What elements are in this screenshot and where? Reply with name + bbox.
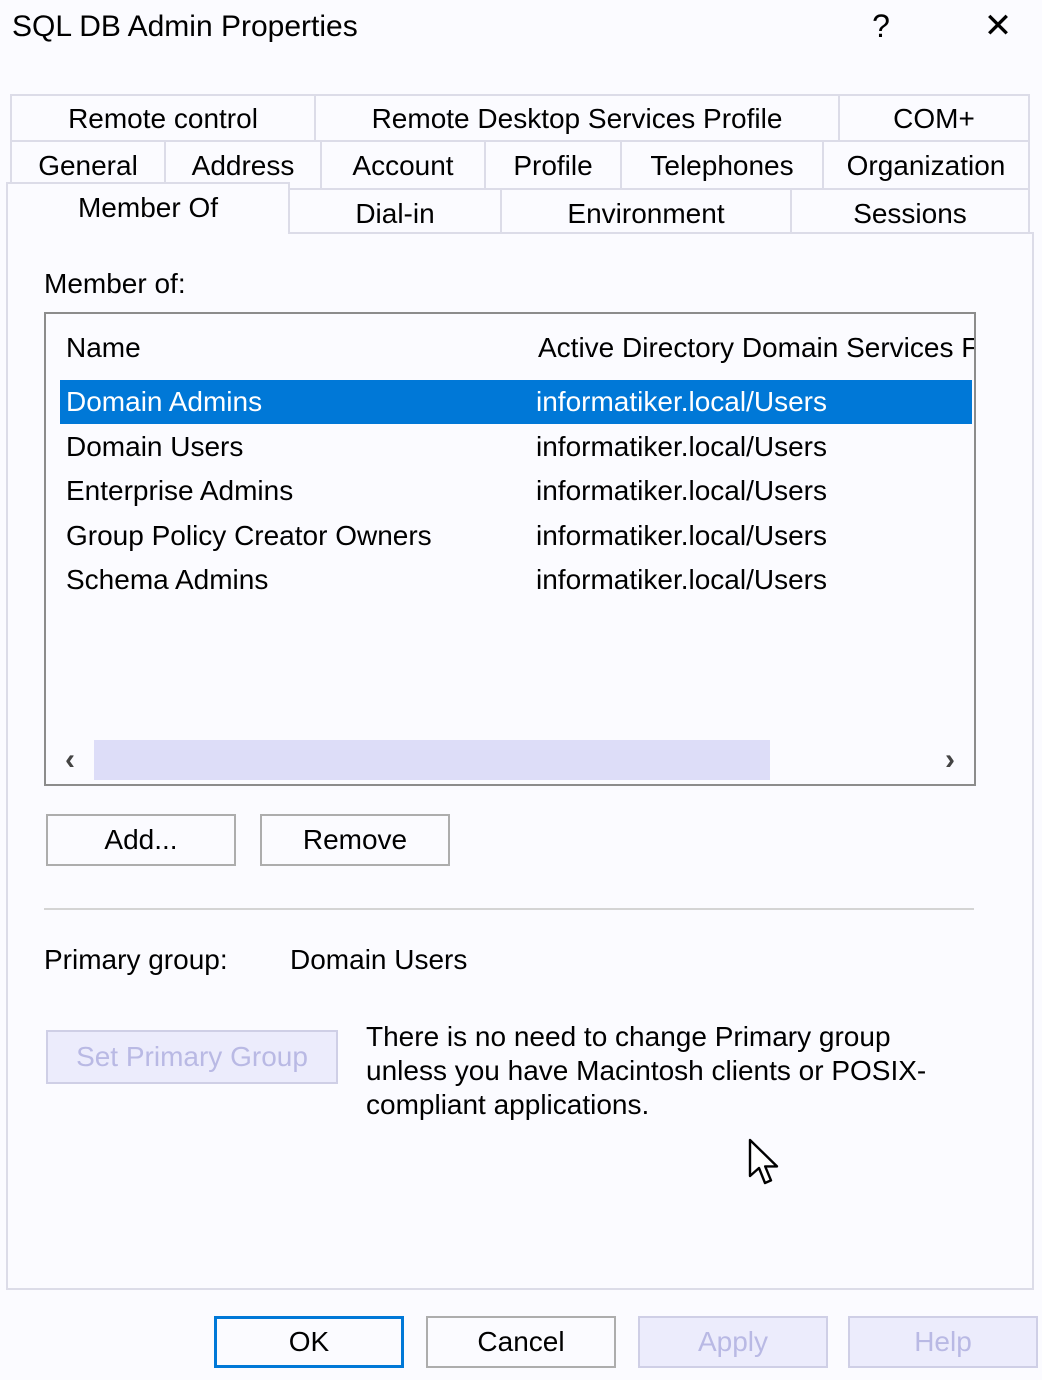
group-folder: informatiker.local/Users [536, 564, 827, 595]
tab-profile[interactable]: Profile [484, 140, 622, 188]
list-item[interactable]: Schema Admins informatiker.local/Users [60, 558, 972, 602]
group-name: Enterprise Admins [66, 475, 294, 506]
tab-environment[interactable]: Environment [500, 188, 792, 234]
tab-sessions[interactable]: Sessions [790, 188, 1030, 234]
scroll-right-icon[interactable]: › [930, 740, 970, 780]
column-header-folder[interactable]: Active Directory Domain Services F [538, 332, 974, 364]
add-button[interactable]: Add... [46, 814, 236, 866]
list-item[interactable]: Group Policy Creator Owners informatiker… [60, 514, 972, 558]
list-item[interactable]: Domain Users informatiker.local/Users [60, 425, 972, 469]
primary-group-label: Primary group: [44, 944, 228, 975]
scrollbar-thumb[interactable] [94, 740, 770, 780]
member-of-list[interactable]: Name Active Directory Domain Services F … [44, 312, 976, 786]
help-icon[interactable]: ? [866, 6, 896, 46]
primary-group-note: There is no need to change Primary group… [366, 1021, 927, 1120]
tab-address[interactable]: Address [164, 140, 322, 188]
tab-telephones[interactable]: Telephones [620, 140, 824, 188]
group-name: Schema Admins [66, 564, 269, 595]
group-name: Group Policy Creator Owners [66, 520, 432, 551]
tab-remote-control[interactable]: Remote control [10, 94, 316, 140]
column-header-name[interactable]: Name [66, 332, 141, 364]
tab-remote-desktop-services-profile[interactable]: Remote Desktop Services Profile [314, 94, 840, 140]
horizontal-scrollbar[interactable]: ‹ › [46, 738, 974, 784]
separator [44, 908, 974, 910]
remove-button[interactable]: Remove [260, 814, 450, 866]
apply-button[interactable]: Apply [638, 1316, 828, 1368]
scroll-left-icon[interactable]: ‹ [50, 740, 90, 780]
tab-member-of[interactable]: Member Of [6, 182, 290, 234]
window-title: SQL DB Admin Properties [12, 10, 358, 43]
ok-button[interactable]: OK [214, 1316, 404, 1368]
set-primary-group-button[interactable]: Set Primary Group [46, 1030, 338, 1084]
group-name: Domain Users [66, 431, 244, 462]
group-folder: informatiker.local/Users [536, 475, 827, 506]
cancel-button[interactable]: Cancel [426, 1316, 616, 1368]
list-item[interactable]: Enterprise Admins informatiker.local/Use… [60, 469, 972, 513]
tab-dial-in[interactable]: Dial-in [288, 188, 502, 234]
list-item[interactable]: Domain Admins informatiker.local/Users [60, 380, 972, 424]
tab-com-plus[interactable]: COM+ [838, 94, 1030, 140]
mouse-pointer-icon [748, 1138, 784, 1197]
group-folder: informatiker.local/Users [536, 431, 827, 462]
tab-general[interactable]: General [10, 140, 166, 188]
help-button[interactable]: Help [848, 1316, 1038, 1368]
tab-account[interactable]: Account [320, 140, 486, 188]
tab-organization[interactable]: Organization [822, 140, 1030, 188]
group-folder: informatiker.local/Users [536, 386, 827, 417]
primary-group-value: Domain Users [290, 944, 468, 975]
group-folder: informatiker.local/Users [536, 520, 827, 551]
member-of-label: Member of: [44, 268, 186, 299]
close-icon[interactable]: ✕ [978, 6, 1018, 46]
group-name: Domain Admins [66, 386, 263, 417]
